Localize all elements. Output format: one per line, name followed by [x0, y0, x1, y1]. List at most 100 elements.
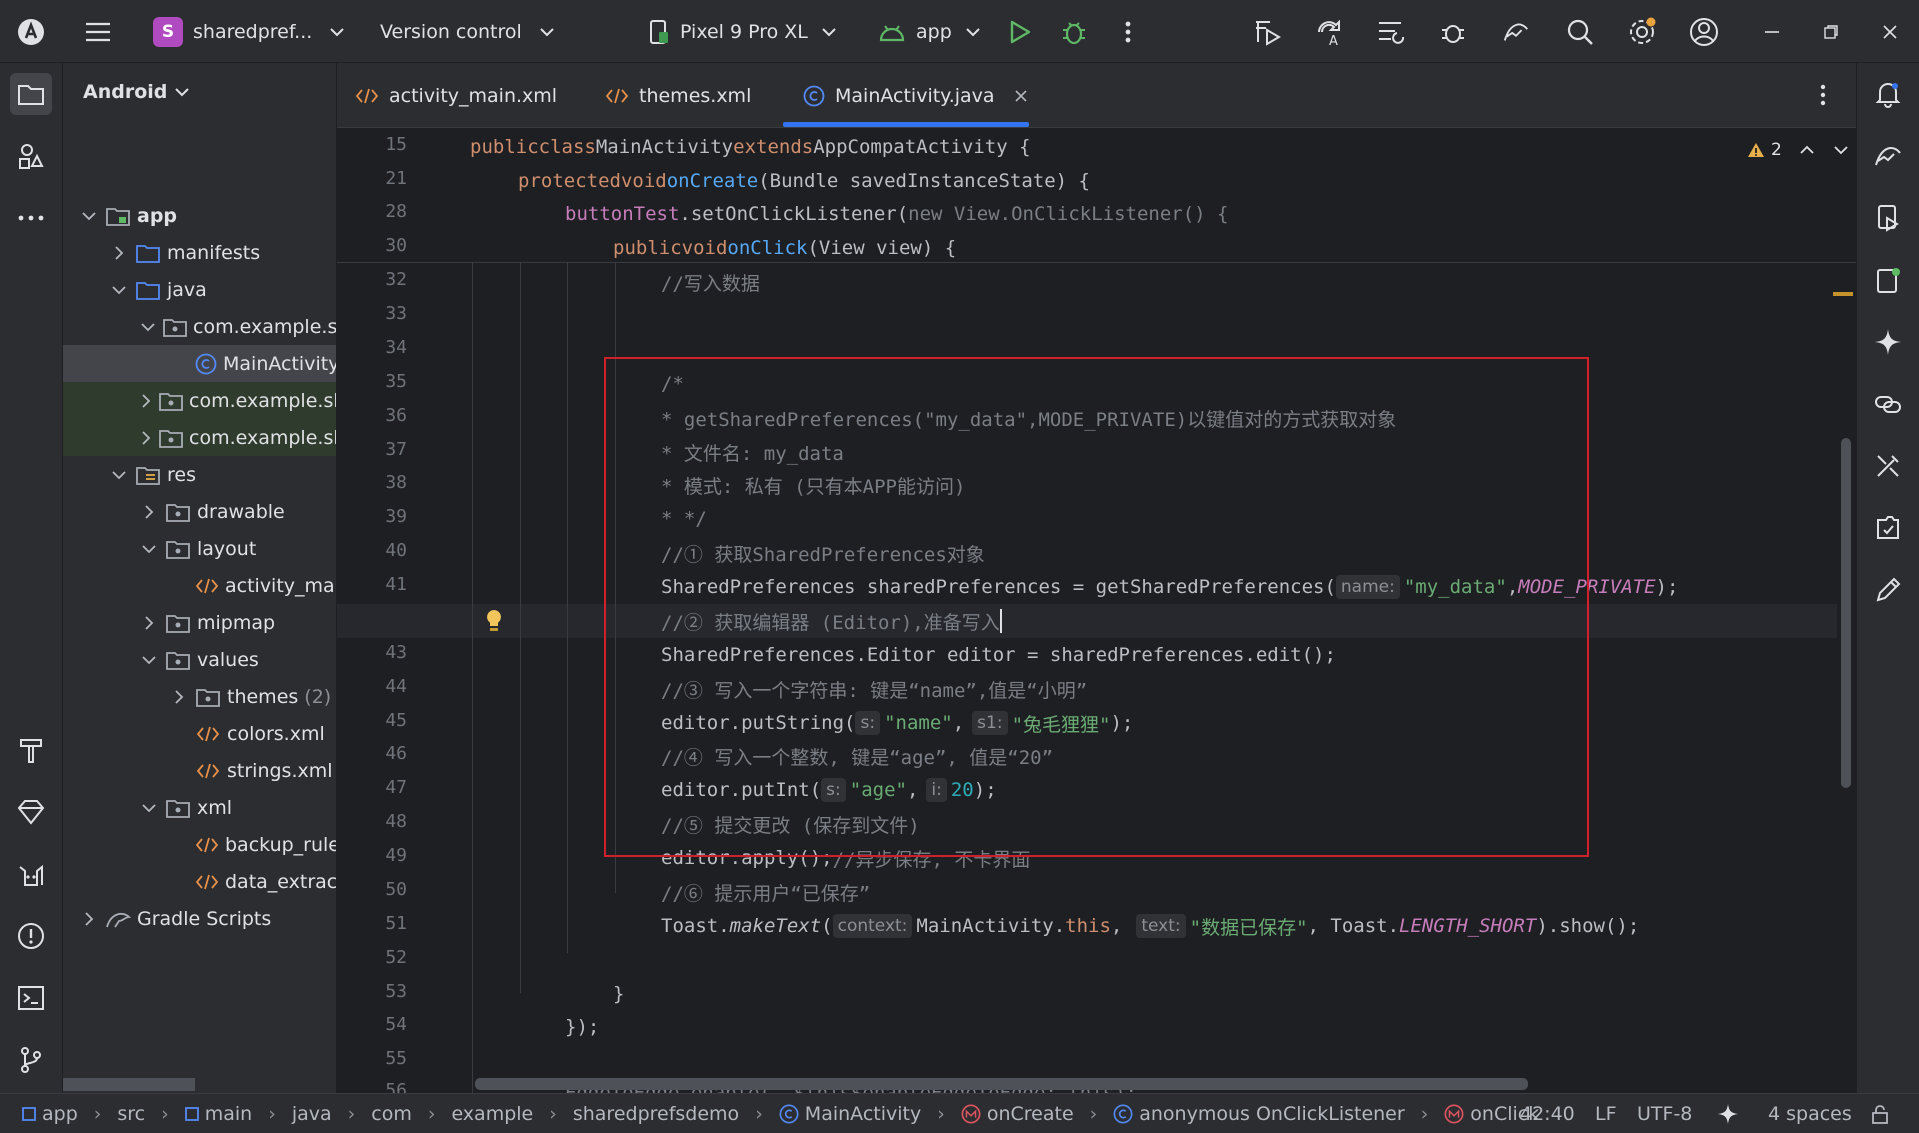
gem-tool-button[interactable]: [10, 791, 52, 833]
close-tab-icon[interactable]: [1014, 89, 1027, 102]
app-inspection-icon[interactable]: [1439, 17, 1469, 47]
breadcrumb-item[interactable]: sharedprefsdemo: [573, 1103, 739, 1125]
warning-stripe-marker[interactable]: [1833, 292, 1853, 296]
tree-item-gradle-scripts[interactable]: Gradle Scripts: [63, 900, 336, 937]
git-tool-button[interactable]: [10, 1039, 52, 1081]
project-view-label: Android: [83, 81, 168, 103]
search-icon[interactable]: [1565, 17, 1595, 47]
resource-folder-icon: [135, 464, 161, 486]
line-number: 54: [385, 1014, 407, 1035]
chevron-down-icon: [111, 282, 127, 298]
more-actions-icon[interactable]: [1113, 17, 1143, 47]
project-selector[interactable]: S sharedpref...: [153, 0, 345, 63]
project-view-selector[interactable]: Android: [83, 81, 190, 103]
horizontal-scrollbar[interactable]: [475, 1078, 1528, 1090]
lock-icon[interactable]: [1870, 1094, 1890, 1133]
main-menu-icon[interactable]: [83, 17, 113, 47]
tree-item-app[interactable]: app: [63, 197, 336, 234]
indent-setting[interactable]: 4 spaces: [1768, 1094, 1852, 1133]
file-encoding[interactable]: UTF-8: [1637, 1094, 1692, 1133]
breadcrumb-separator-icon: ›: [93, 1103, 102, 1125]
tree-item-strings-xml[interactable]: strings.xml: [63, 752, 336, 789]
apply-changes-icon[interactable]: [1253, 17, 1283, 47]
minimize-icon[interactable]: [1757, 17, 1787, 47]
tree-item-package[interactable]: com.example.sh: [63, 308, 336, 345]
tab-mainactivity-java[interactable]: MainActivity.java: [803, 63, 1027, 128]
tools-button[interactable]: [1867, 445, 1909, 487]
link-tool-button[interactable]: [1867, 383, 1909, 425]
logcat-tool-button[interactable]: [10, 853, 52, 895]
gemini-button[interactable]: [1867, 321, 1909, 363]
sync-gradle-icon[interactable]: [1377, 17, 1407, 47]
breadcrumb-item[interactable]: MainActivity: [805, 1103, 921, 1125]
close-window-icon[interactable]: [1875, 17, 1905, 47]
breadcrumb-item[interactable]: java: [292, 1103, 332, 1125]
device-icon: [650, 19, 668, 44]
settings-gear-icon[interactable]: [1627, 17, 1657, 47]
inspection-widget[interactable]: 2: [1747, 140, 1848, 160]
apply-code-changes-icon[interactable]: A: [1315, 17, 1345, 47]
tab-activity-main-xml[interactable]: activity_main.xml: [355, 63, 557, 128]
line-number: 35: [385, 371, 407, 392]
breadcrumb-item[interactable]: onCreate: [987, 1103, 1074, 1125]
breadcrumb-item[interactable]: src: [117, 1103, 145, 1125]
intention-bulb-icon[interactable]: [484, 608, 504, 639]
breadcrumb-item[interactable]: anonymous OnClickListener: [1139, 1103, 1404, 1125]
chevron-up-icon[interactable]: [1800, 145, 1814, 155]
project-tool-button[interactable]: [10, 73, 52, 115]
app-quality-button[interactable]: [1867, 507, 1909, 549]
tree-item-manifests[interactable]: manifests: [63, 234, 336, 271]
chevron-right-icon: [141, 393, 151, 409]
tree-item-package-android-test[interactable]: com.example.sh: [63, 382, 336, 419]
vertical-scrollbar[interactable]: [1841, 438, 1851, 788]
problems-tool-button[interactable]: [10, 915, 52, 957]
tree-item-res[interactable]: res: [63, 456, 336, 493]
tabs-more-icon[interactable]: [1819, 83, 1827, 112]
resource-manager-button[interactable]: [10, 135, 52, 177]
tree-item-layout[interactable]: layout: [63, 530, 336, 567]
tree-item-backup-rules[interactable]: backup_rule: [63, 826, 336, 863]
chevron-down-icon: [540, 27, 554, 36]
edit-tool-button[interactable]: [1867, 569, 1909, 611]
line-separator[interactable]: LF: [1595, 1094, 1617, 1133]
vcs-selector[interactable]: Version control: [380, 0, 554, 63]
device-selector[interactable]: Pixel 9 Pro XL: [648, 0, 836, 63]
tree-item-mipmap[interactable]: mipmap: [63, 604, 336, 641]
tree-item-java[interactable]: java: [63, 271, 336, 308]
device-manager-side-button[interactable]: [1867, 135, 1909, 177]
notifications-button[interactable]: [1867, 73, 1909, 115]
emulator-button[interactable]: [1867, 259, 1909, 301]
tree-item-xml[interactable]: xml: [63, 789, 336, 826]
running-devices-button[interactable]: [1867, 197, 1909, 239]
breadcrumb-item[interactable]: com: [371, 1103, 412, 1125]
tree-item-data-extraction[interactable]: data_extract: [63, 863, 336, 900]
breadcrumb-item[interactable]: main: [205, 1103, 252, 1125]
code-editor[interactable]: 15 21 28 30 32 33 34 35 36 37 38 39 40 4…: [337, 128, 1856, 1093]
tree-item-colors-xml[interactable]: colors.xml: [63, 715, 336, 752]
device-manager-icon[interactable]: [1501, 17, 1531, 47]
run-icon[interactable]: [1005, 17, 1035, 47]
build-tool-button[interactable]: [10, 729, 52, 771]
caret-position[interactable]: 42:40: [1520, 1094, 1575, 1133]
restore-icon[interactable]: [1816, 17, 1846, 47]
horizontal-scrollbar[interactable]: [63, 1078, 195, 1091]
account-icon[interactable]: [1689, 17, 1719, 47]
tab-themes-xml[interactable]: themes.xml: [605, 63, 751, 128]
tree-item-mainactivity[interactable]: MainActivity: [63, 345, 336, 382]
tree-item-drawable[interactable]: drawable: [63, 493, 336, 530]
tree-item-activity-main-xml[interactable]: activity_mai: [63, 567, 336, 604]
tree-item-package-test[interactable]: com.example.sh: [63, 419, 336, 456]
chevron-down-icon[interactable]: [1834, 145, 1848, 155]
link-icon: [1875, 396, 1901, 413]
logcat-icon: [19, 864, 43, 886]
terminal-tool-button[interactable]: [10, 977, 52, 1019]
tree-item-themes[interactable]: themes (2): [63, 678, 336, 715]
breadcrumb-item[interactable]: example: [451, 1103, 533, 1125]
code-assist-icon[interactable]: [1716, 1094, 1740, 1133]
tree-item-values[interactable]: values: [63, 641, 336, 678]
method-icon: [961, 1104, 981, 1124]
debug-icon[interactable]: [1059, 17, 1089, 47]
run-config-selector[interactable]: app: [878, 0, 980, 63]
breadcrumb-item[interactable]: app: [42, 1103, 78, 1125]
more-tools-button[interactable]: [10, 197, 52, 239]
